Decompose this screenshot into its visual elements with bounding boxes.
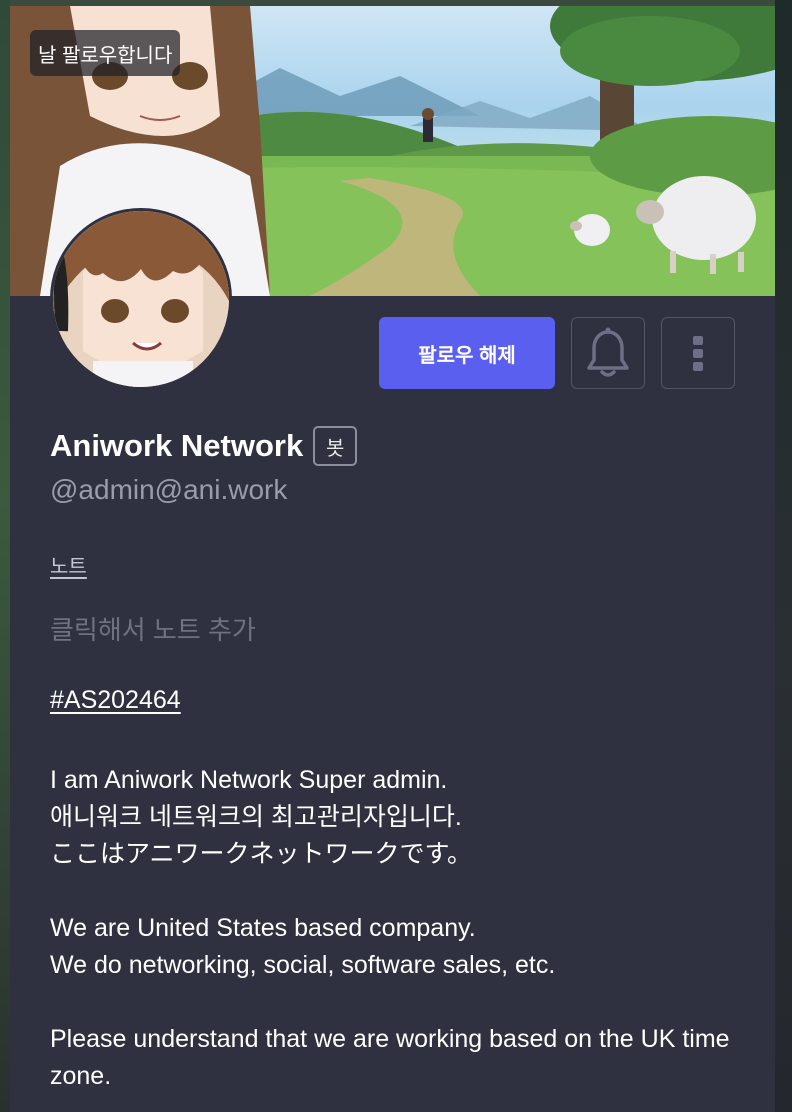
- more-options-button[interactable]: [661, 317, 735, 389]
- bio-paragraph-company: We are United States based company. We d…: [50, 910, 730, 984]
- notifications-button[interactable]: [571, 317, 645, 389]
- bot-badge: 봇: [313, 426, 358, 466]
- bio-line: We do networking, social, software sales…: [50, 951, 556, 979]
- bio-paragraph-intro: I am Aniwork Network Super admin. 애니워크 네…: [50, 762, 730, 873]
- display-name: Aniwork Network: [50, 428, 304, 463]
- follows-you-badge: 날 팔로우합니다: [30, 30, 181, 76]
- page-edge-left: [0, 0, 10, 1112]
- user-handle: @admin@ani.work: [50, 474, 288, 505]
- hashtag-link[interactable]: #AS202464: [50, 686, 181, 715]
- name-row: Aniwork Network 봇: [50, 426, 358, 466]
- bio-line: We are United States based company.: [50, 914, 476, 942]
- page-edge-right: [775, 0, 792, 1112]
- bio-line: I am Aniwork Network Super admin.: [50, 766, 448, 794]
- profile-bio: I am Aniwork Network Super admin. 애니워크 네…: [50, 762, 730, 1095]
- avatar-illustration: [53, 211, 229, 387]
- bio-line: 애니워크 네트워크의 최고관리자입니다.: [50, 803, 462, 831]
- avatar[interactable]: [50, 208, 232, 390]
- unfollow-button[interactable]: 팔로우 해제: [379, 317, 555, 389]
- more-vertical-icon: [693, 336, 703, 371]
- bio-paragraph-timezone: Please understand that we are working ba…: [50, 1021, 730, 1095]
- profile-card: 날 팔로우합니다 팔로우 해제 Aniwork Network 봇 @admin…: [10, 6, 775, 1112]
- bio-line: ここはアニワークネットワークです。: [50, 840, 473, 868]
- bio-line: Please understand that we are working ba…: [50, 1025, 730, 1090]
- note-input[interactable]: 클릭해서 노트 추가: [50, 610, 256, 647]
- bell-icon: [587, 327, 629, 377]
- profile-actions: 팔로우 해제: [379, 317, 735, 389]
- note-label: 노트: [50, 556, 87, 578]
